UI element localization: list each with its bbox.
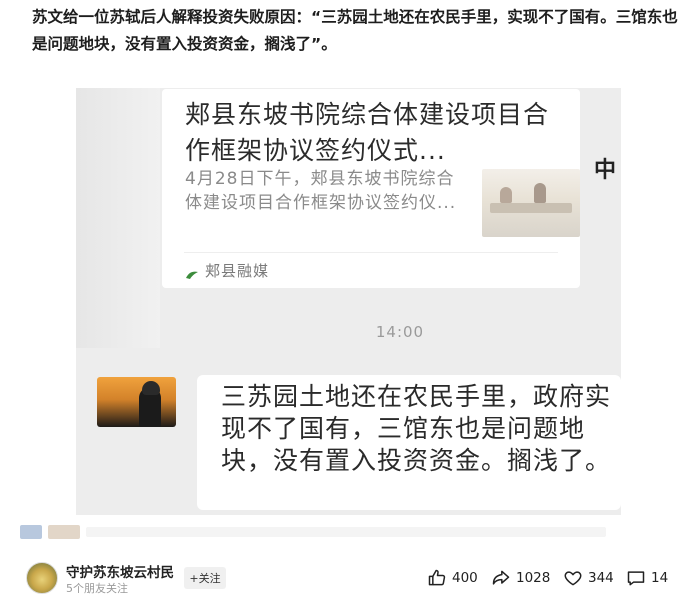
link-card-thumbnail <box>482 169 580 237</box>
shared-link-card: 郏县东坡书院综合体建设项目合作框架协议签约仪式... 4月28日下午，郏县东坡书… <box>162 89 580 288</box>
author-avatar[interactable] <box>26 562 58 594</box>
heart-icon <box>564 571 582 586</box>
link-card-source-label: 郏县融媒 <box>205 261 270 280</box>
share-arrow-icon <box>492 570 510 585</box>
link-card-description: 4月28日下午，郏县东坡书院综合体建设项目合作框架协议签约仪... <box>185 169 457 213</box>
chat-timestamp: 14:00 <box>375 323 425 341</box>
blurred-region <box>20 520 665 544</box>
follow-button[interactable]: +关注 <box>184 567 226 589</box>
screenshot-blur-region <box>76 88 160 348</box>
link-card-source: 郏县融媒 <box>185 260 269 280</box>
chat-avatar <box>97 377 176 427</box>
favorite-count: 344 <box>588 570 614 586</box>
chat-message-text: 三苏园土地还在农民手里，政府实现不了国有，三馆东也是问题地块，没有置入投资资金。… <box>221 382 612 475</box>
post-text: 苏文给一位苏轼后人解释投资失败原因：“三苏园土地还在农民手里，实现不了国有。三馆… <box>32 8 678 53</box>
share-button[interactable]: 1028 <box>491 568 550 588</box>
comment-icon <box>627 571 645 586</box>
author-name[interactable]: 守护苏东坡云村民 <box>66 561 174 581</box>
chat-message-bubble: 三苏园土地还在农民手里，政府实现不了国有，三馆东也是问题地块，没有置入投资资金。… <box>197 375 621 510</box>
link-card-title: 郏县东坡书院综合体建设项目合作框架协议签约仪式... <box>185 100 550 165</box>
like-count: 400 <box>452 570 478 586</box>
thumbs-up-icon <box>428 569 446 586</box>
card-divider <box>184 252 558 253</box>
favorite-button[interactable]: 344 <box>563 568 614 588</box>
share-count: 1028 <box>516 570 551 586</box>
author-mutual-follow: 5个朋友关注 <box>66 582 128 595</box>
comment-count: 14 <box>651 570 669 586</box>
post-footer: 守护苏东坡云村民 5个朋友关注 +关注 400 1028 344 14 <box>0 558 700 600</box>
comment-button[interactable]: 14 <box>626 568 668 588</box>
like-button[interactable]: 400 <box>427 568 478 588</box>
source-logo-icon <box>185 265 199 279</box>
cropped-edge-text: 中 <box>594 158 617 183</box>
